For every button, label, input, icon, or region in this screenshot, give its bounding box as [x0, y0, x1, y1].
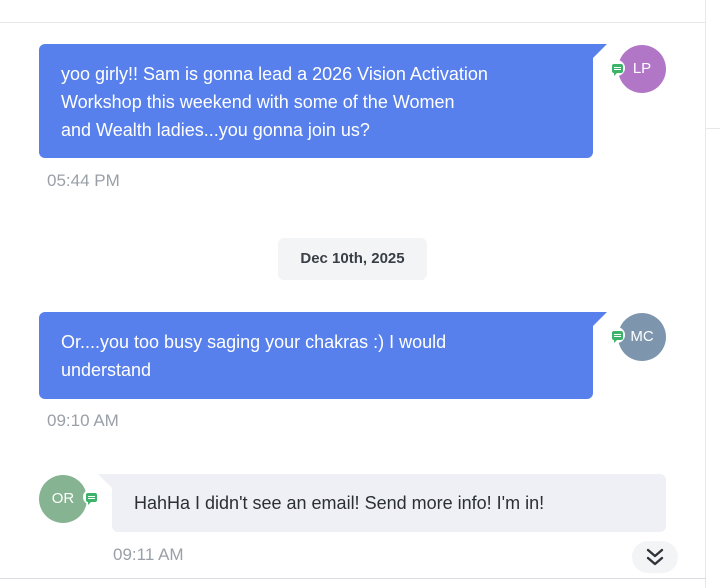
message-timestamp: 05:44 PM — [47, 171, 120, 190]
avatar[interactable]: LP — [618, 45, 666, 93]
message-text: yoo girly!! Sam is gonna lead a 2026 Vis… — [61, 64, 488, 140]
avatar-initials: MC — [630, 328, 654, 345]
message-bubble-outgoing[interactable]: Or....you too busy saging your chakras :… — [39, 312, 607, 399]
sms-chat-icon — [83, 489, 99, 505]
avatar-initials: LP — [632, 60, 652, 77]
scroll-to-bottom-button[interactable] — [632, 541, 678, 573]
message-bubble-incoming[interactable]: HahHa I didn't see an email! Send more i… — [98, 474, 666, 532]
message-timestamp: 09:11 AM — [113, 545, 184, 564]
message-timestamp: 09:10 AM — [47, 411, 119, 430]
panel-divider-tick — [706, 128, 720, 129]
header-divider — [0, 22, 706, 23]
sms-chat-icon — [609, 60, 625, 76]
avatar[interactable]: OR — [39, 475, 87, 523]
message-bubble-outgoing[interactable]: yoo girly!! Sam is gonna lead a 2026 Vis… — [39, 44, 607, 158]
sms-chat-icon — [609, 327, 625, 343]
avatar-initials: OR — [51, 490, 75, 507]
panel-border — [705, 0, 706, 588]
composer-divider — [0, 578, 706, 579]
message-text: Or....you too busy saging your chakras :… — [61, 332, 447, 380]
message-text: HahHa I didn't see an email! Send more i… — [134, 493, 545, 513]
double-chevron-down-icon — [646, 548, 664, 566]
avatar[interactable]: MC — [618, 313, 666, 361]
date-separator: Dec 10th, 2025 — [278, 238, 427, 280]
